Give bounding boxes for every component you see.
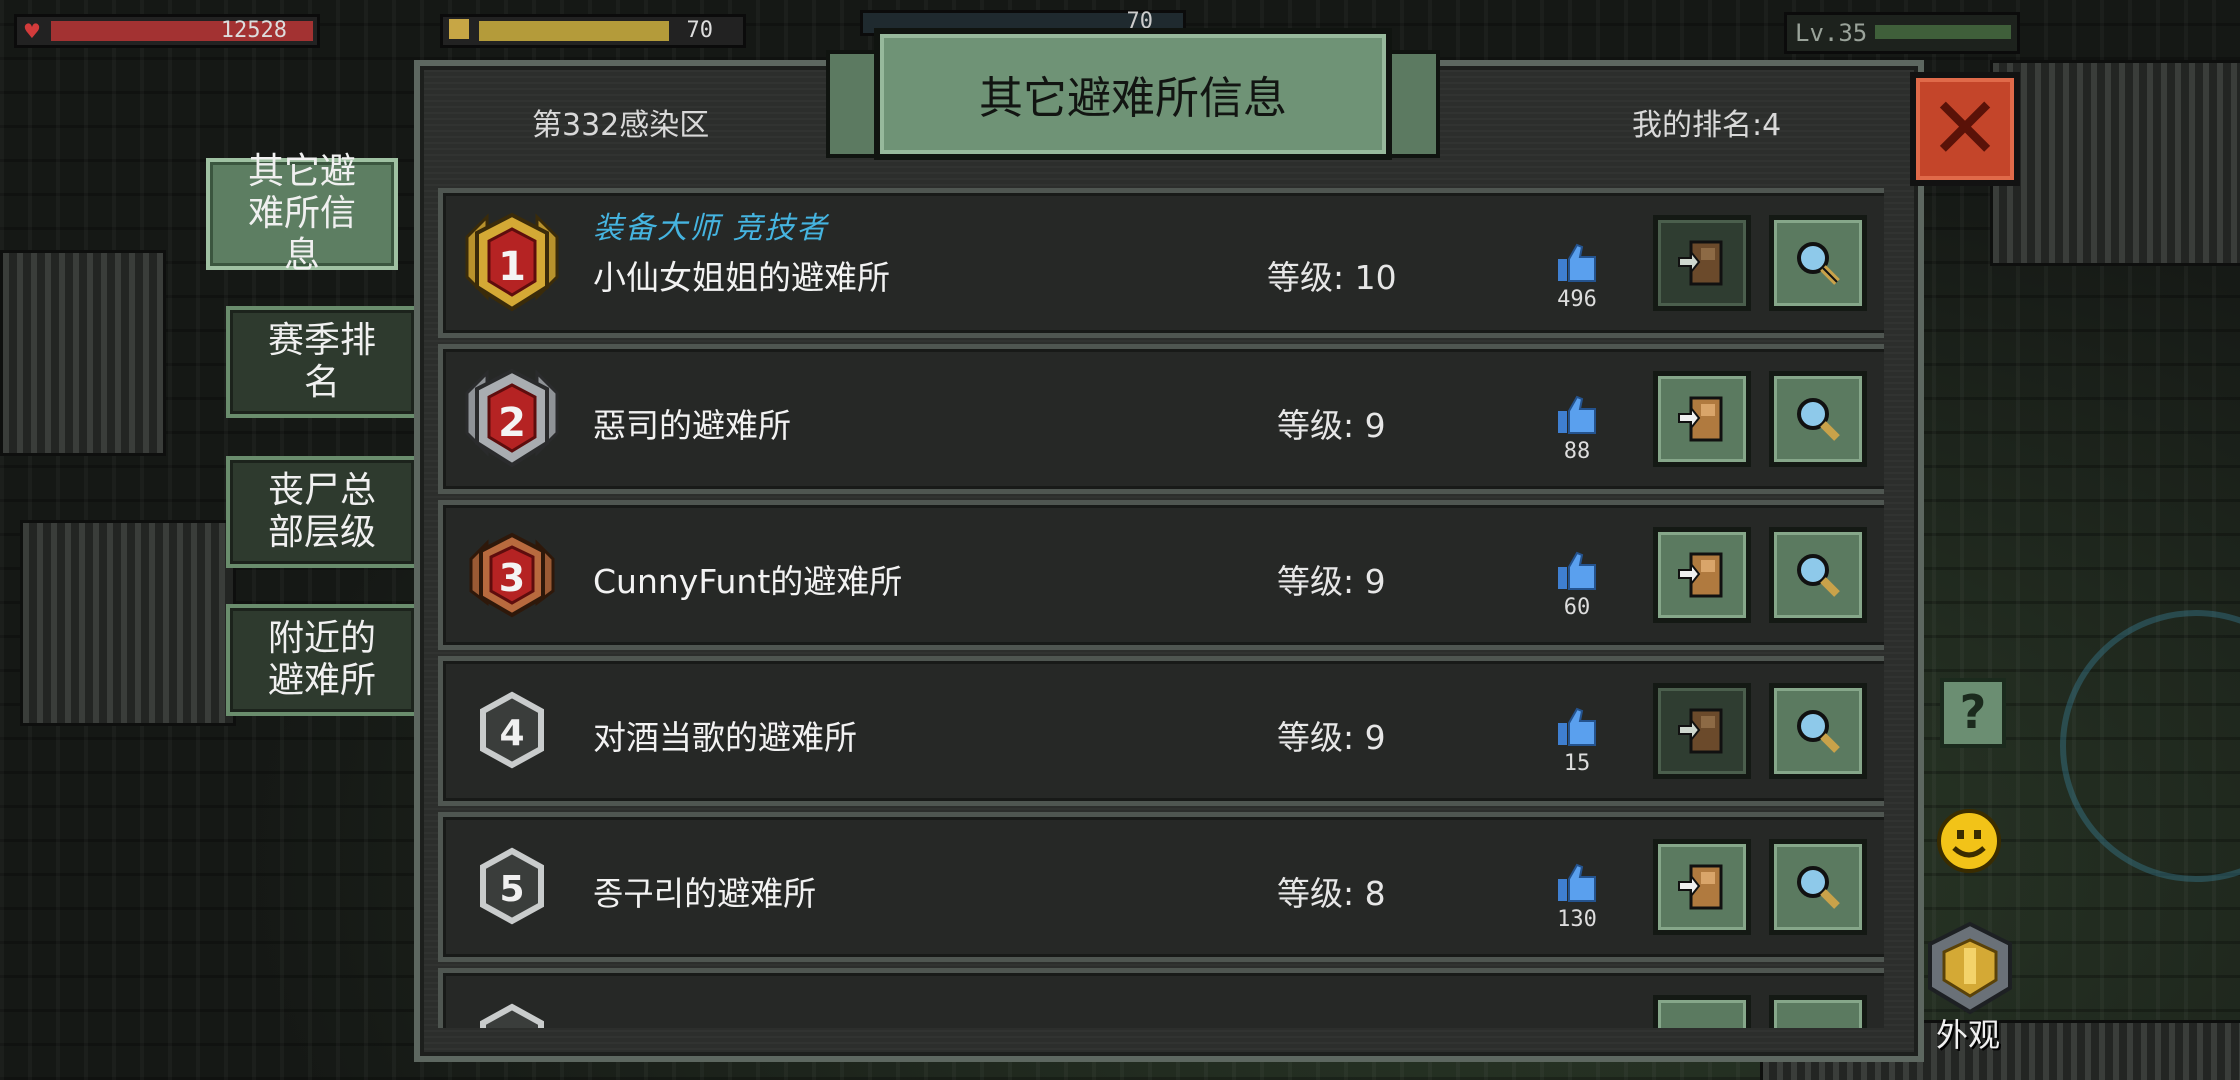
svg-text:1: 1 xyxy=(498,244,526,290)
list-item: 1 装备大师 竞技者 小仙女姐姐的避难所 等级: 10 496 xyxy=(438,188,1884,338)
player-level: Lv.35 xyxy=(1795,19,1868,47)
tab-zombie-hq-levels[interactable]: 丧尸总部层级 xyxy=(226,456,418,568)
shelter-name: CunnyFunt的避难所 xyxy=(593,562,903,601)
list-item: 3 CunnyFunt的避难所 等级: 9 60 xyxy=(438,500,1884,650)
food-icon xyxy=(449,19,469,39)
magnifier-icon xyxy=(1797,554,1840,597)
tab-label: 附近的避难所 xyxy=(267,618,376,701)
rank-4-badge-icon: 4 xyxy=(480,691,544,769)
door-enter-icon xyxy=(1678,708,1723,754)
svg-text:3: 3 xyxy=(499,556,525,600)
magnifier-icon xyxy=(1797,398,1840,441)
rank-badge-icon xyxy=(480,1003,544,1028)
like-counter[interactable]: 88 xyxy=(1547,393,1607,464)
shelter-name: 小仙女姐姐的避难所 xyxy=(593,258,890,297)
portal-glow xyxy=(2060,610,2240,882)
shelter-ranking-list[interactable]: 1 装备大师 竞技者 小仙女姐姐的避难所 等级: 10 496 2 惡司的避难所… xyxy=(438,188,1884,1028)
zone-label: 第332感染区 xyxy=(532,108,710,143)
shelter-level: 等级: 9 xyxy=(1277,406,1386,445)
shelter-level: 等级: 8 xyxy=(1277,874,1386,913)
shelter-name: 对酒当歌的避难所 xyxy=(593,718,857,757)
inspect-shelter-button[interactable] xyxy=(1769,527,1867,623)
thumbs-up-icon xyxy=(1558,863,1596,902)
heart-icon: ♥ xyxy=(23,19,41,43)
shelter-name: 종구리的避难所 xyxy=(593,874,817,913)
visit-shelter-button[interactable] xyxy=(1653,527,1751,623)
emote-smile-button[interactable] xyxy=(1936,808,2002,874)
rank-3-bronze-badge-icon: 3 xyxy=(469,532,555,618)
visit-shelter-button[interactable] xyxy=(1653,371,1751,467)
door-enter-icon xyxy=(1678,240,1723,286)
building-block xyxy=(20,520,236,726)
shelter-level: 等级: 9 xyxy=(1277,718,1386,757)
outlook-label: 外观 xyxy=(1936,1016,2001,1054)
magnifier-icon xyxy=(1797,866,1840,909)
thumbs-up-icon xyxy=(1558,707,1596,746)
thumbs-up-icon xyxy=(1558,243,1596,282)
like-count: 15 xyxy=(1563,751,1591,776)
building-block xyxy=(1990,60,2240,266)
player-title-tags: 装备大师 竞技者 xyxy=(593,211,829,246)
like-counter[interactable]: 496 xyxy=(1547,241,1607,312)
hp-bar: ♥ 12528 xyxy=(14,14,320,48)
list-item: 4 对酒当歌的避难所 等级: 9 15 xyxy=(438,656,1884,806)
door-enter-icon xyxy=(1678,552,1723,598)
player-level-bar: Lv.35 xyxy=(1784,12,2020,54)
svg-text:2: 2 xyxy=(498,400,526,446)
like-count: 60 xyxy=(1563,595,1591,620)
outlook-emblem-icon[interactable] xyxy=(1920,918,2020,1018)
close-icon: ✕ xyxy=(1928,79,2002,179)
inspect-shelter-button[interactable] xyxy=(1769,215,1867,311)
magnifier-icon xyxy=(1797,710,1840,753)
like-count: 130 xyxy=(1557,907,1597,932)
list-item: 5 종구리的避难所 等级: 8 130 xyxy=(438,812,1884,962)
food-value: 70 xyxy=(686,18,714,43)
svg-text:5: 5 xyxy=(499,869,524,910)
visit-shelter-button[interactable] xyxy=(1653,995,1751,1028)
inspect-shelter-button[interactable] xyxy=(1769,995,1867,1028)
thumbs-up-icon xyxy=(1558,395,1596,434)
tab-label: 丧尸总部层级 xyxy=(267,470,376,553)
rank-1-gold-badge-icon: 1 xyxy=(465,212,559,312)
xp-bar-fill xyxy=(1875,25,2011,39)
hp-value: 12528 xyxy=(220,18,287,43)
visit-shelter-button[interactable] xyxy=(1653,839,1751,935)
shelter-name: 惡司的避难所 xyxy=(593,406,791,445)
inspect-shelter-button[interactable] xyxy=(1769,371,1867,467)
door-enter-icon xyxy=(1678,396,1723,442)
like-counter[interactable]: 60 xyxy=(1547,549,1607,620)
inspect-shelter-button[interactable] xyxy=(1769,683,1867,779)
tab-label: 其它避难所信息 xyxy=(247,151,356,276)
visit-shelter-button[interactable] xyxy=(1653,683,1751,779)
svg-text:4: 4 xyxy=(499,713,524,754)
tab-other-shelters[interactable]: 其它避难所信息 xyxy=(206,151,398,276)
rank-5-badge-icon: 5 xyxy=(480,847,544,925)
tab-label: 赛季排名 xyxy=(267,320,376,403)
visit-shelter-button[interactable] xyxy=(1653,215,1751,311)
thumbs-up-icon xyxy=(1558,551,1596,590)
shelter-level: 等级: 10 xyxy=(1267,258,1397,297)
like-count: 88 xyxy=(1563,439,1591,464)
building-block xyxy=(0,250,166,456)
inspect-shelter-button[interactable] xyxy=(1769,839,1867,935)
like-counter[interactable]: 130 xyxy=(1547,861,1607,932)
tab-season-ranking[interactable]: 赛季排名 xyxy=(226,306,418,418)
close-button[interactable]: ✕ xyxy=(1910,72,2020,186)
like-counter[interactable]: 15 xyxy=(1547,705,1607,776)
tab-nearby-shelters[interactable]: 附近的避难所 xyxy=(226,604,418,716)
help-button[interactable]: ? xyxy=(1940,678,2006,748)
food-bar: 70 xyxy=(440,14,746,48)
like-count: 496 xyxy=(1557,287,1597,312)
food-bar-fill xyxy=(479,21,669,41)
magnifier-icon xyxy=(1797,242,1840,285)
my-rank-label: 我的排名:4 xyxy=(1632,108,1782,143)
door-enter-icon xyxy=(1678,864,1723,910)
rank-2-silver-badge-icon: 2 xyxy=(465,368,559,468)
list-item xyxy=(438,968,1884,1028)
panel-title: 其它避难所信息 xyxy=(874,28,1392,160)
list-item: 2 惡司的避难所 等级: 9 88 xyxy=(438,344,1884,494)
panel-title-banner: 其它避难所信息 xyxy=(826,28,1440,160)
shelter-level: 等级: 9 xyxy=(1277,562,1386,601)
